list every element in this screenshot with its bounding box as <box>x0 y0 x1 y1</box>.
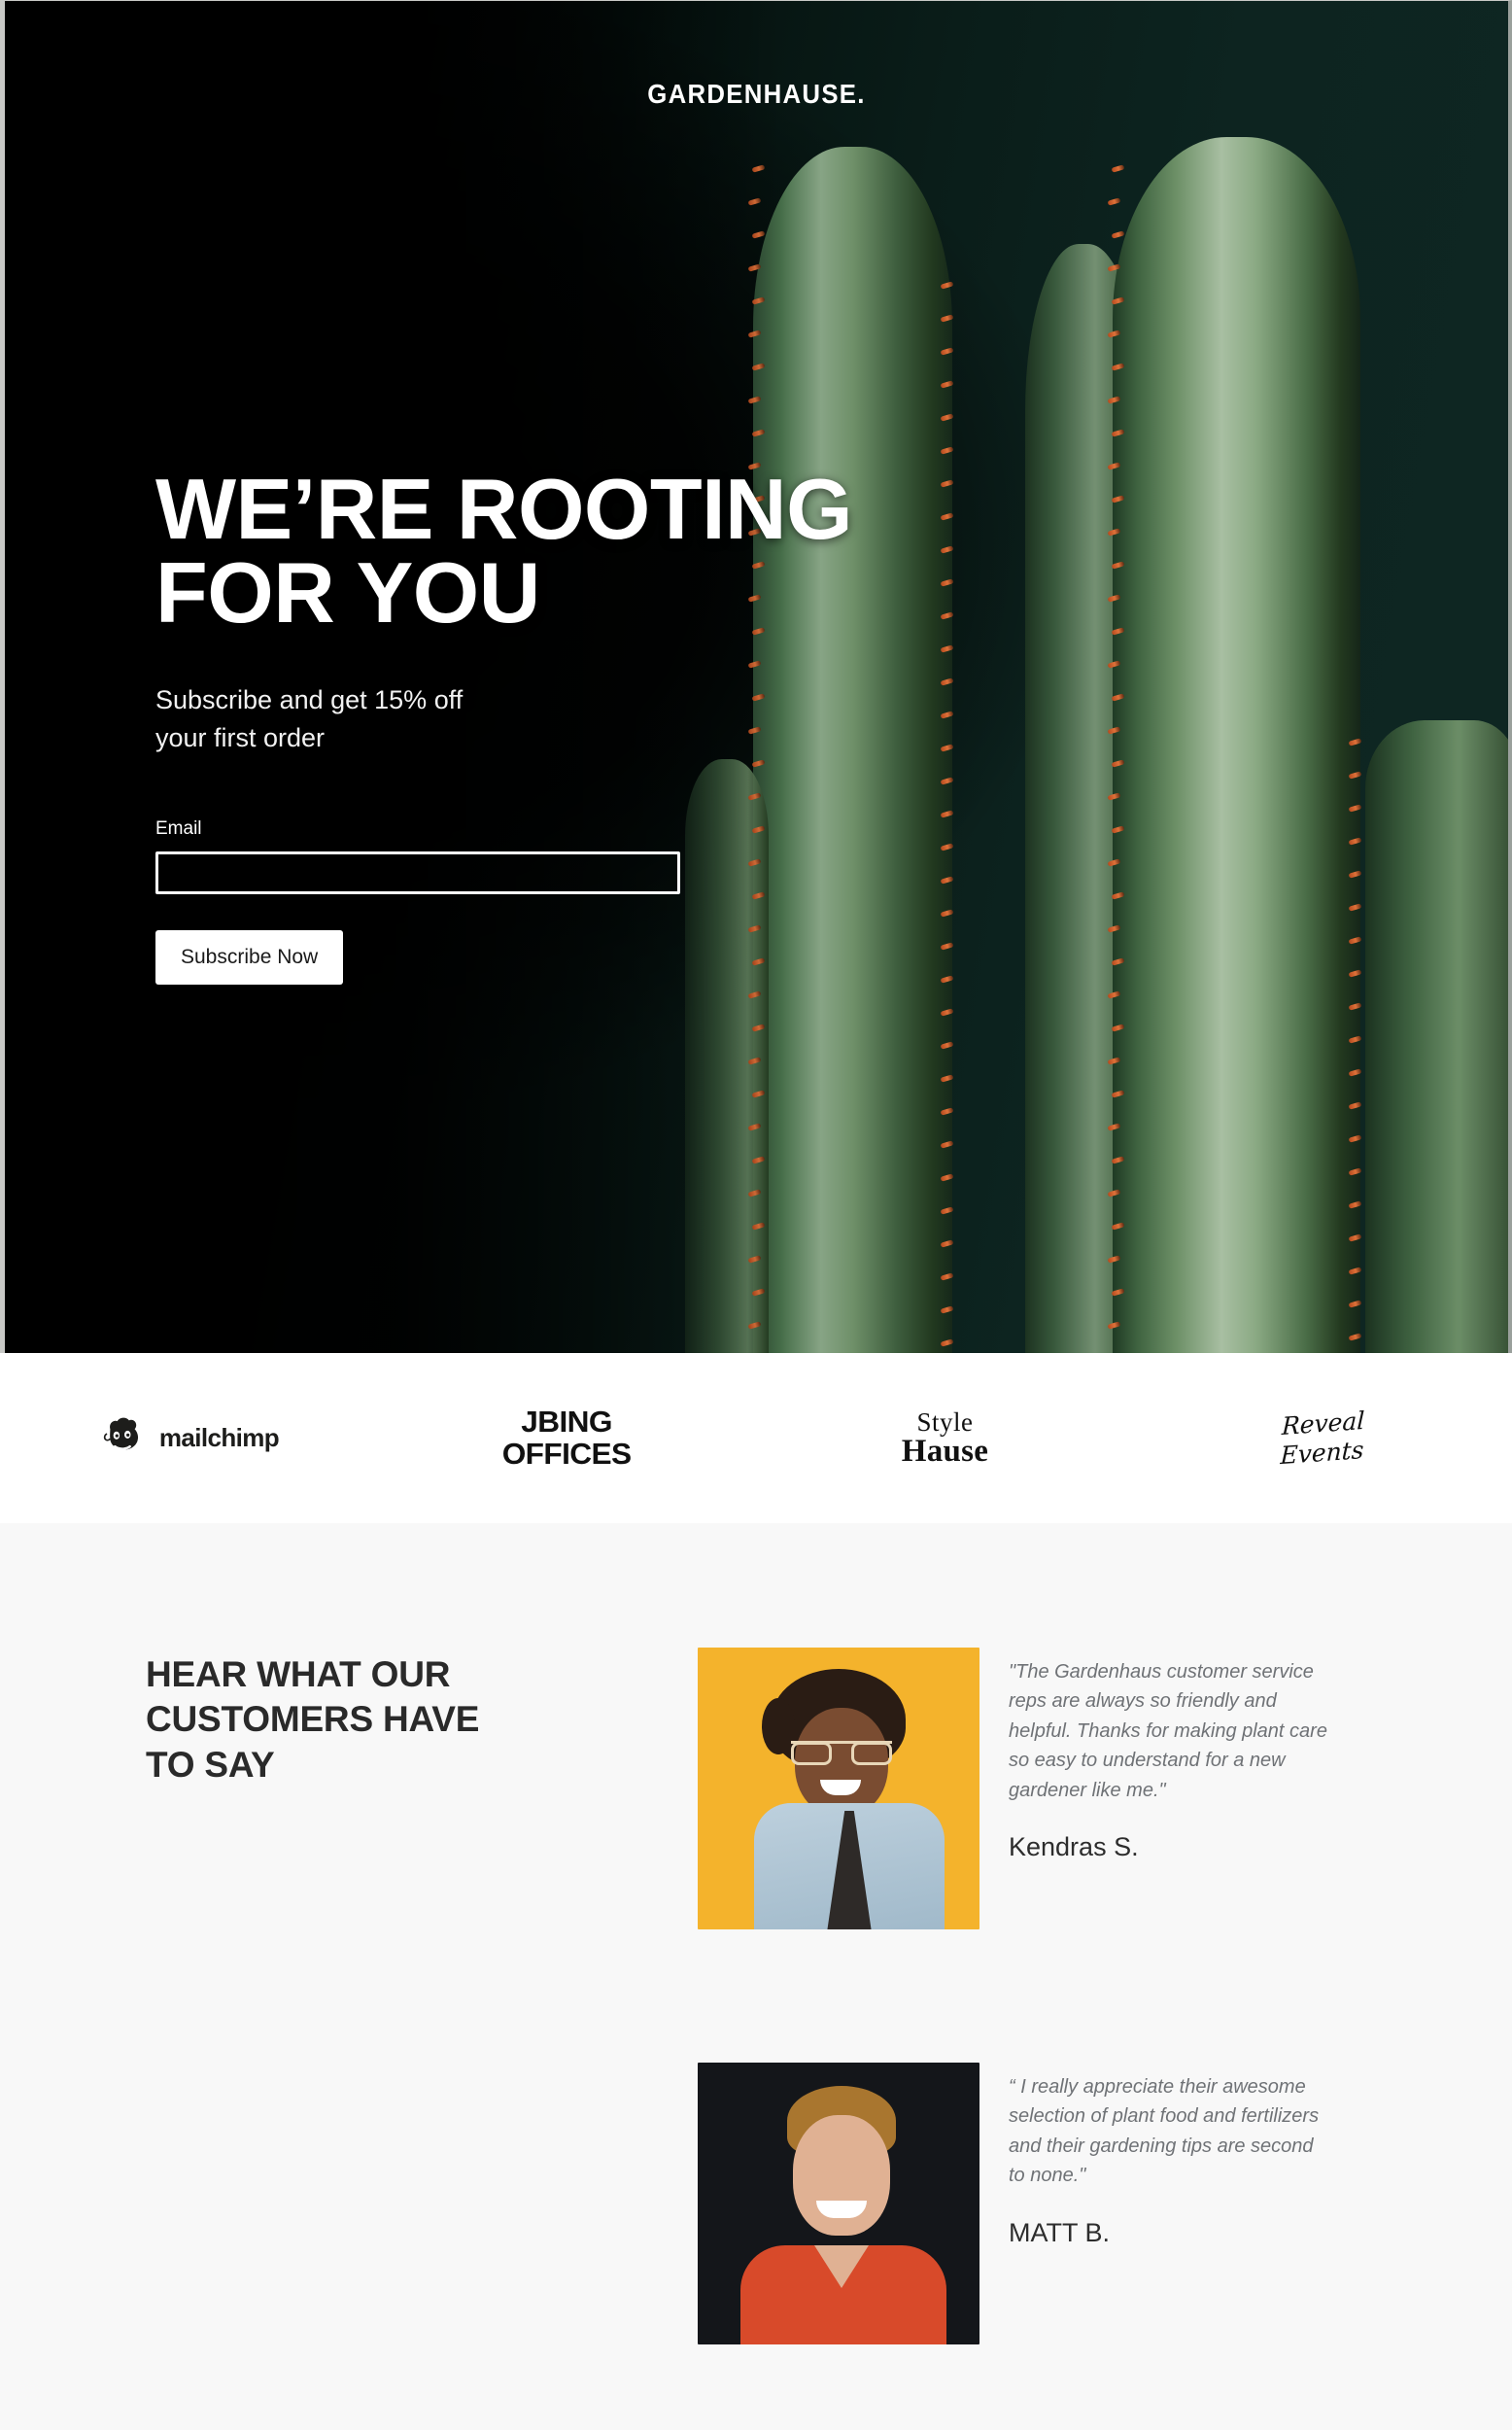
brand-logo[interactable]: GARDENHAUSE. <box>65 79 1448 110</box>
testimonial-card: "The Gardenhaus customer service reps ar… <box>698 1648 1329 1929</box>
hero-content: WE’RE ROOTING FOR YOU Subscribe and get … <box>155 461 894 986</box>
jbing-line-1: JBING <box>521 1405 613 1440</box>
partner-logo-jbing-offices[interactable]: JBING OFFICES <box>378 1353 756 1523</box>
style-hause-line-2: Hause <box>901 1433 989 1469</box>
mailchimp-wordmark: mailchimp <box>158 1423 280 1452</box>
testimonial-author: Kendras S. <box>1009 1831 1139 1861</box>
testimonial-card: “ I really appreciate their awesome sele… <box>698 2063 1329 2344</box>
testimonials-heading: HEAR WHAT OUR CUSTOMERS HAVE TO SAY <box>146 1654 480 1785</box>
subscribe-form: Email Subscribe Now <box>155 818 894 986</box>
landing-page: GARDENHAUSE. WE’RE ROOTING FOR YOU Subsc… <box>0 0 1512 2430</box>
email-label: Email <box>155 818 202 840</box>
testimonial-quote: "The Gardenhaus customer service reps ar… <box>1009 1661 1327 1801</box>
testimonial-quote: “ I really appreciate their awesome sele… <box>1009 2076 1320 2187</box>
partner-logo-style-hause[interactable]: Style Hause <box>756 1353 1134 1523</box>
testimonial-author: MATT B. <box>1009 2217 1111 2247</box>
page-title: WE’RE ROOTING FOR YOU <box>155 461 853 642</box>
testimonial-avatar <box>698 1648 979 1929</box>
partner-logo-mailchimp[interactable]: mailchimp <box>0 1353 378 1523</box>
mailchimp-monkey-icon <box>103 1417 138 1450</box>
testimonial-avatar <box>698 2063 979 2344</box>
jbing-line-2: OFFICES <box>502 1436 632 1471</box>
hero-section: GARDENHAUSE. WE’RE ROOTING FOR YOU Subsc… <box>0 0 1512 1353</box>
subscribe-now-button[interactable]: Subscribe Now <box>155 930 344 986</box>
reveal-events-line-2: Events <box>1280 1435 1365 1470</box>
partner-logo-bar: mailchimp JBING OFFICES Style Hause Reve… <box>0 1353 1512 1523</box>
partner-logo-reveal-events[interactable]: Reveal Events <box>1134 1353 1512 1523</box>
email-input[interactable] <box>155 851 680 895</box>
hero-subtitle: Subscribe and get 15% off your first ord… <box>155 685 464 752</box>
